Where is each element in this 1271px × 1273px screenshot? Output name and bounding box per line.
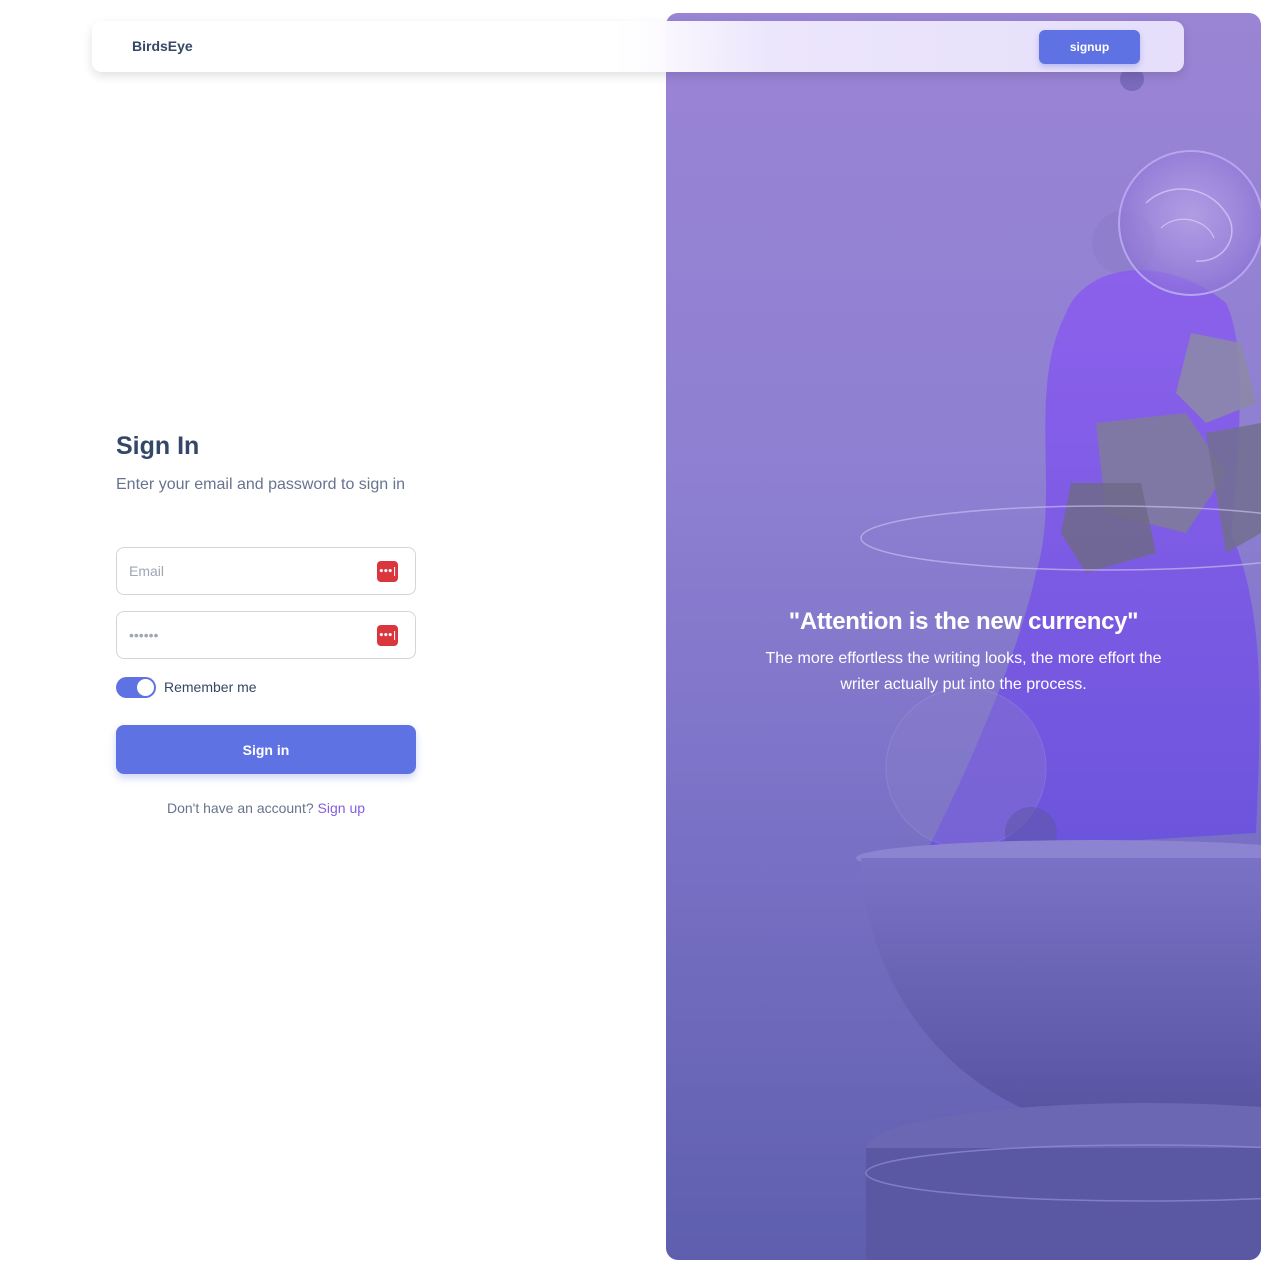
hero-panel: "Attention is the new currency" The more… bbox=[666, 13, 1261, 1260]
sign-in-button[interactable]: Sign in bbox=[116, 725, 416, 774]
sign-up-link[interactable]: Sign up bbox=[318, 800, 365, 816]
no-account-text: Don't have an account? bbox=[166, 800, 314, 816]
hero-quote: "Attention is the new currency" The more… bbox=[666, 608, 1261, 698]
remember-me-toggle[interactable] bbox=[116, 677, 156, 698]
navbar: BirdsEye signup bbox=[92, 21, 1184, 72]
password-field[interactable]: •••| bbox=[116, 611, 416, 659]
remember-me-label[interactable]: Remember me bbox=[164, 679, 257, 695]
password-input[interactable] bbox=[129, 625, 369, 645]
page-subtitle: Enter your email and password to sign in bbox=[116, 476, 406, 493]
hero-quote-text: The more effortless the writing looks, t… bbox=[765, 650, 1162, 693]
page-title: Sign In bbox=[116, 432, 200, 460]
email-field[interactable]: •••| bbox=[116, 547, 416, 595]
password-manager-icon[interactable]: •••| bbox=[377, 625, 398, 646]
email-input[interactable] bbox=[129, 561, 369, 581]
signup-button[interactable]: signup bbox=[1039, 30, 1140, 64]
toggle-knob bbox=[137, 679, 154, 696]
password-manager-icon[interactable]: •••| bbox=[377, 561, 398, 582]
brand-logo-text[interactable]: BirdsEye bbox=[132, 38, 193, 54]
signup-prompt: Don't have an account? Sign up bbox=[116, 800, 416, 816]
hero-quote-title: "Attention is the new currency" bbox=[788, 608, 1139, 635]
